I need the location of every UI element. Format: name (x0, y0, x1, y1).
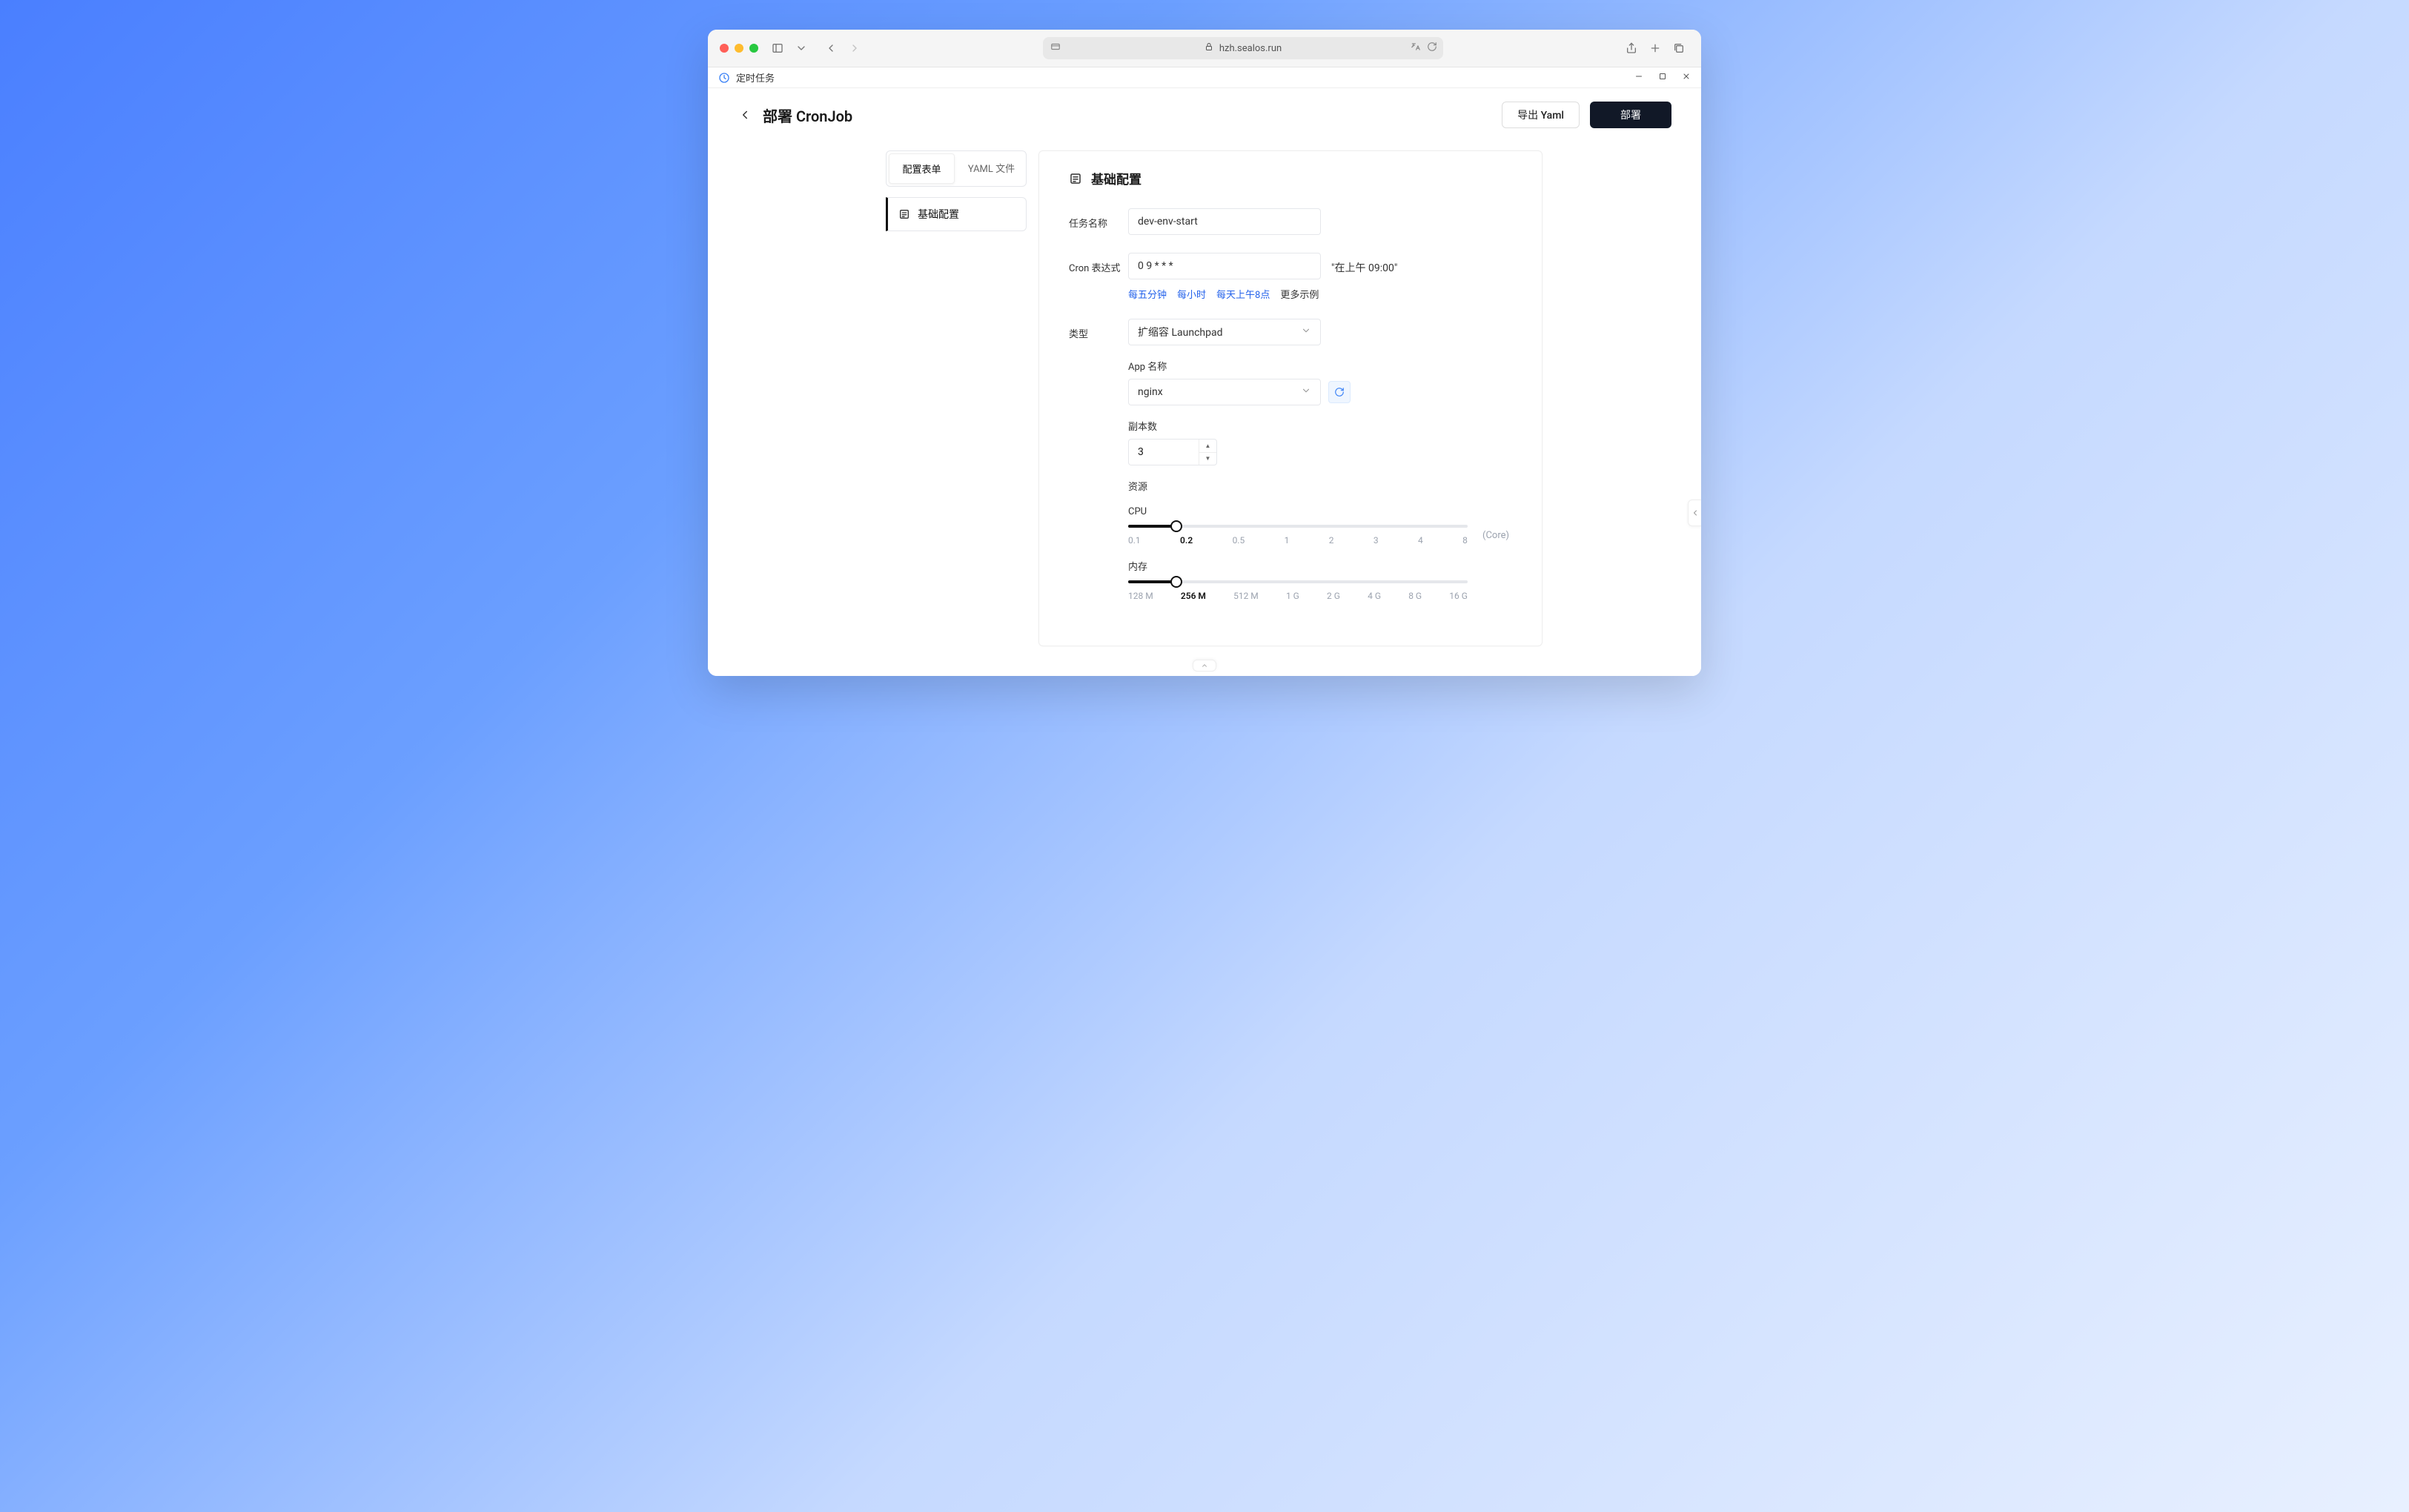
share-icon[interactable] (1621, 39, 1642, 57)
replicas-increment[interactable]: ▲ (1199, 440, 1216, 453)
expand-panel-handle[interactable] (1193, 660, 1216, 672)
label-type: 类型 (1069, 319, 1128, 340)
label-memory: 内存 (1128, 559, 1512, 573)
address-bar[interactable]: hzh.sealos.run (1043, 37, 1443, 59)
slider-tick: 0.2 (1180, 535, 1193, 546)
cron-hint-every5min[interactable]: 每五分钟 (1128, 287, 1167, 301)
slider-tick: 16 G (1449, 591, 1468, 601)
reload-icon[interactable] (1427, 42, 1437, 55)
label-app-name: App 名称 (1128, 359, 1512, 373)
app-favicon-icon (718, 72, 730, 84)
traffic-lights (720, 44, 758, 53)
tabs-overview-icon[interactable] (1669, 39, 1689, 57)
replicas-input[interactable]: 3 ▲ ▼ (1128, 439, 1217, 465)
content-area: 部署 CronJob 导出 Yaml 部署 配置表单 YAML 文件 基础配置 (708, 88, 1701, 676)
slider-tick: 8 (1462, 535, 1468, 546)
tab-yaml[interactable]: YAML 文件 (959, 153, 1024, 184)
browser-window: hzh.sealos.run (708, 30, 1701, 676)
app-tab-title: 定时任务 (736, 70, 775, 84)
slider-tick: 0.5 (1233, 535, 1245, 546)
slider-tick: 1 (1285, 535, 1290, 546)
slider-tick: 256 M (1181, 591, 1206, 601)
cpu-slider[interactable]: 0.1 0.2 0.5 1 2 3 4 8 (1128, 525, 1468, 546)
cron-input[interactable]: 0 9 * * * (1128, 253, 1321, 279)
chevron-down-icon (1301, 325, 1311, 339)
app-tab-bar: 定时任务 (708, 67, 1701, 88)
nav-back-icon[interactable] (821, 39, 841, 57)
slider-tick: 128 M (1128, 591, 1153, 601)
label-task-name: 任务名称 (1069, 208, 1128, 230)
address-url: hzh.sealos.run (1219, 43, 1282, 54)
app-close-icon[interactable] (1682, 72, 1691, 84)
lock-icon (1204, 42, 1213, 54)
refresh-apps-button[interactable] (1328, 381, 1351, 403)
site-settings-icon[interactable] (1050, 42, 1061, 55)
memory-slider-thumb[interactable] (1170, 576, 1182, 588)
label-replicas: 副本数 (1128, 419, 1512, 433)
export-yaml-button[interactable]: 导出 Yaml (1502, 102, 1580, 128)
page-title: 部署 CronJob (763, 105, 852, 126)
cron-hint-more[interactable]: 更多示例 (1280, 287, 1319, 301)
slider-tick: 2 G (1327, 591, 1340, 601)
browser-chrome: hzh.sealos.run (708, 30, 1701, 67)
cron-hint-daily8am[interactable]: 每天上午8点 (1216, 287, 1270, 301)
memory-slider[interactable]: 128 M 256 M 512 M 1 G 2 G 4 G 8 G 16 G (1128, 580, 1468, 601)
window-minimize-dot[interactable] (735, 44, 743, 53)
slider-tick: 0.1 (1128, 535, 1141, 546)
app-select[interactable]: nginx (1128, 379, 1321, 405)
panel-title: 基础配置 (1091, 169, 1141, 188)
replicas-decrement[interactable]: ▼ (1199, 453, 1216, 465)
nav-basic-config[interactable]: 基础配置 (886, 197, 1027, 231)
slider-tick: 3 (1374, 535, 1379, 546)
view-mode-tabs: 配置表单 YAML 文件 (886, 150, 1027, 187)
nav-basic-config-label: 基础配置 (918, 207, 959, 222)
new-tab-icon[interactable] (1645, 39, 1666, 57)
slider-tick: 8 G (1408, 591, 1422, 601)
cpu-slider-thumb[interactable] (1170, 520, 1182, 532)
form-sidebar: 配置表单 YAML 文件 基础配置 (886, 150, 1027, 231)
window-close-dot[interactable] (720, 44, 729, 53)
tab-form[interactable]: 配置表单 (889, 153, 955, 184)
sidebar-toggle-icon[interactable] (767, 39, 788, 57)
collapse-side-handle[interactable] (1688, 500, 1701, 526)
nav-forward-icon[interactable] (844, 39, 865, 57)
window-maximize-dot[interactable] (749, 44, 758, 53)
app-minimize-icon[interactable] (1634, 72, 1643, 84)
cpu-unit: (Core) (1482, 530, 1512, 541)
slider-tick: 4 G (1368, 591, 1381, 601)
slider-tick: 512 M (1233, 591, 1259, 601)
cron-preview: "在上午 09:00" (1331, 253, 1397, 275)
basic-config-panel: 基础配置 任务名称 dev-env-start Cron 表达式 (1038, 150, 1543, 646)
translate-icon[interactable] (1411, 42, 1421, 55)
type-select[interactable]: 扩缩容 Launchpad (1128, 319, 1321, 345)
back-button[interactable] (738, 107, 752, 122)
slider-tick: 1 G (1286, 591, 1299, 601)
slider-tick: 2 (1329, 535, 1334, 546)
label-cron: Cron 表达式 (1069, 253, 1128, 274)
cron-hint-hourly[interactable]: 每小时 (1177, 287, 1206, 301)
list-icon (1069, 172, 1082, 185)
chevron-down-icon (1301, 385, 1311, 399)
task-name-input[interactable]: dev-env-start (1128, 208, 1321, 235)
label-resources: 资源 (1128, 479, 1512, 493)
label-cpu: CPU (1128, 506, 1512, 517)
page-header: 部署 CronJob 导出 Yaml 部署 (708, 88, 1701, 136)
chevron-down-icon[interactable] (791, 39, 812, 57)
slider-tick: 4 (1418, 535, 1423, 546)
deploy-button[interactable]: 部署 (1590, 102, 1671, 128)
app-maximize-icon[interactable] (1658, 72, 1667, 84)
